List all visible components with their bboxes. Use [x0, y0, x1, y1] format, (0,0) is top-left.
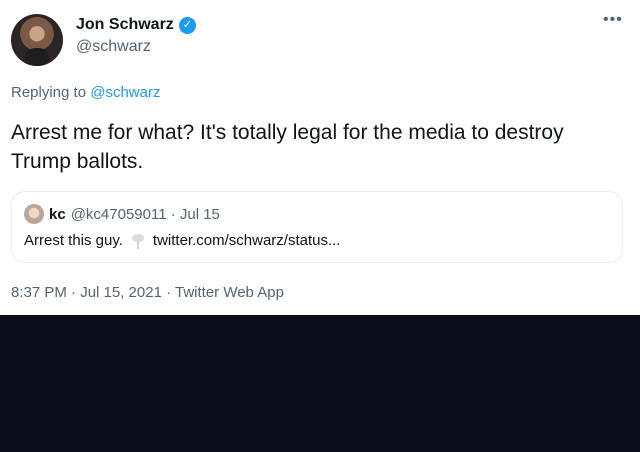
replying-to-link[interactable]: @schwarz [90, 84, 160, 101]
tweet-text: Arrest me for what? It's totally legal f… [11, 121, 564, 173]
pushpin-icon [131, 233, 144, 249]
author-avatar[interactable] [11, 14, 63, 66]
quoted-tweet-text: Arrest this guy. [24, 232, 123, 249]
replying-to-prefix: Replying to [11, 84, 87, 101]
replying-to: Replying to @schwarz [11, 84, 160, 101]
quoted-tweet-body: Arrest this guy. twitter.com/schwarz/sta… [24, 232, 340, 249]
quoted-tweet-link[interactable]: twitter.com/schwarz/status... [153, 232, 341, 249]
verified-badge-icon: ✓ [178, 16, 196, 34]
author-display-name[interactable]: Jon Schwarz [76, 16, 174, 34]
quoted-tweet[interactable]: kc @kc47059011 · Jul 15 Arrest this guy.… [11, 191, 623, 263]
author-handle[interactable]: @schwarz [76, 38, 151, 56]
more-options-icon[interactable]: ••• [603, 12, 623, 30]
tweet-card: Jon Schwarz ✓ @schwarz ••• Replying to @… [0, 0, 640, 315]
quoted-author-avatar [24, 204, 44, 224]
author-name-row: Jon Schwarz ✓ [76, 16, 196, 34]
quoted-author-name: kc [49, 205, 66, 223]
tweet-timestamp[interactable]: 8:37 PM · Jul 15, 2021 · Twitter Web App [11, 284, 284, 301]
quoted-tweet-header: kc @kc47059011 · Jul 15 [24, 204, 220, 224]
quoted-author-handle-date: @kc47059011 · Jul 15 [70, 205, 220, 223]
